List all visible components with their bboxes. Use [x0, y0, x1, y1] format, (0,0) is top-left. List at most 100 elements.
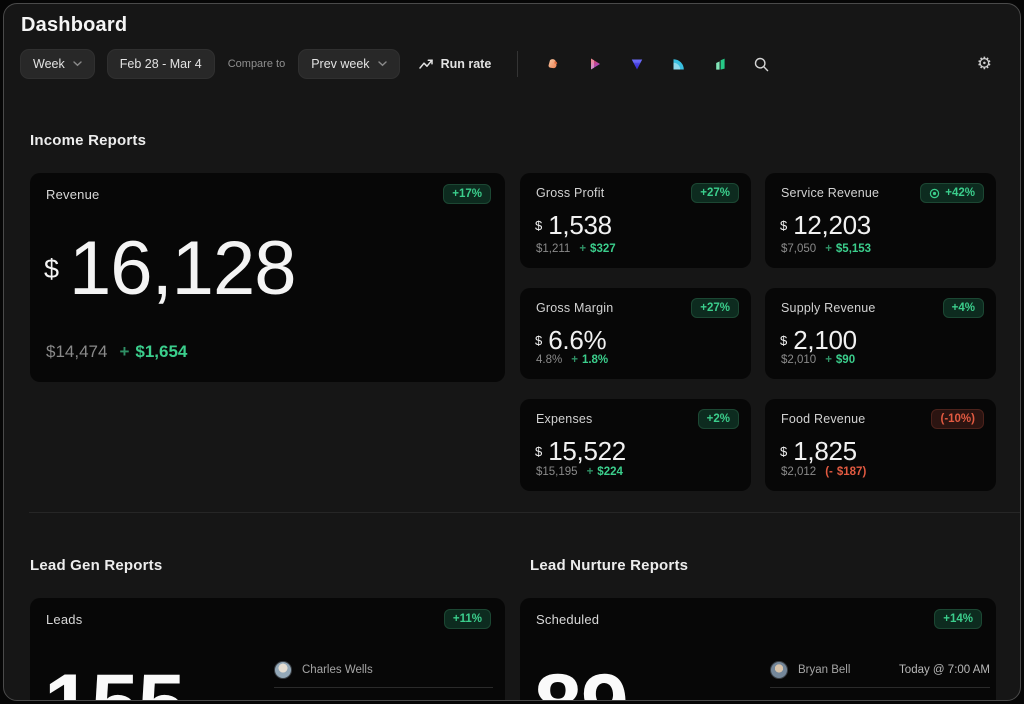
search-button[interactable] — [752, 55, 770, 73]
value-number: 6.6% — [548, 327, 606, 353]
delta-sign: (- — [825, 466, 833, 478]
appointment-time: Today @ 7:00 AM — [899, 664, 990, 676]
comparison-row: $7,050 + $5,153 — [781, 243, 871, 255]
previous-value: $2,010 — [781, 354, 816, 366]
prism-chart-icon[interactable] — [586, 55, 604, 73]
delta-sign: + — [825, 354, 832, 366]
card-title: Supply Revenue — [781, 301, 876, 315]
currency-symbol: $ — [780, 444, 787, 459]
date-range-label: Feb 28 - Mar 4 — [120, 57, 202, 71]
chevron-down-icon — [73, 61, 82, 67]
previous-value: 4.8% — [536, 354, 562, 366]
card-title: Revenue — [46, 187, 99, 202]
pie-chart-icon[interactable] — [670, 55, 688, 73]
revenue-card[interactable]: Revenue +17% $ 16,128 $14,474 + $1,654 — [30, 173, 505, 382]
supply-revenue-card[interactable]: Supply Revenue +4% $ 2,100 $2,010 + $90 — [765, 288, 996, 379]
period-dropdown-label: Week — [33, 57, 65, 71]
delta-value: $90 — [836, 354, 855, 366]
currency-symbol: $ — [780, 333, 787, 348]
badge-label: +17% — [452, 188, 482, 200]
card-value: $ 1,538 — [535, 212, 612, 238]
comparison-row: 4.8% + 1.8% — [536, 354, 608, 366]
run-rate-button[interactable]: Run rate — [418, 56, 492, 72]
card-title: Leads — [46, 612, 82, 627]
person-name: Charles Wells — [302, 664, 373, 676]
currency-symbol: $ — [535, 218, 542, 233]
badge-label: +27% — [700, 187, 730, 199]
funnel-chart-icon[interactable] — [628, 55, 646, 73]
card-title: Expenses — [536, 412, 593, 426]
service-revenue-card[interactable]: Service Revenue +42% $ 12,203 $7,050 + $… — [765, 173, 996, 268]
toolbar: Week Feb 28 - Mar 4 Compare to Prev week… — [20, 48, 1006, 80]
section-divider — [29, 512, 1020, 513]
person-name: Bryan Bell — [798, 664, 850, 676]
search-icon — [753, 56, 770, 73]
bar-chart-icon[interactable] — [712, 55, 730, 73]
delta-value: $1,654 — [135, 342, 187, 362]
change-badge: +4% — [943, 298, 984, 318]
currency-symbol: $ — [535, 444, 542, 459]
compare-period-dropdown[interactable]: Prev week — [298, 49, 399, 79]
person-row[interactable]: Charles Wells — [274, 652, 493, 688]
value-number: 1,825 — [793, 438, 857, 464]
currency-symbol: $ — [535, 333, 542, 348]
badge-label: +11% — [453, 613, 482, 625]
change-badge: +11% — [444, 609, 491, 629]
compare-to-label: Compare to — [228, 58, 285, 70]
value-number: 16,128 — [69, 231, 295, 307]
previous-value: $7,050 — [781, 243, 816, 255]
value-number: 12,203 — [793, 212, 871, 238]
comparison-row: $1,211 + $327 — [536, 243, 616, 255]
gross-profit-card[interactable]: Gross Profit +27% $ 1,538 $1,211 + $327 — [520, 173, 751, 268]
period-dropdown[interactable]: Week — [20, 49, 95, 79]
toolbar-divider — [517, 51, 518, 77]
settings-button[interactable]: ⚙ — [977, 56, 992, 73]
scheduled-card[interactable]: Scheduled +14% 89 Bryan Bell Today @ 7:0… — [520, 598, 996, 701]
card-title: Service Revenue — [781, 186, 879, 200]
gross-margin-card[interactable]: Gross Margin +27% $ 6.6% 4.8% + 1.8% — [520, 288, 751, 379]
card-value: $ 6.6% — [535, 327, 606, 353]
chevron-down-icon — [378, 61, 387, 67]
delta-value: $224 — [597, 466, 623, 478]
comparison-row: $2,010 + $90 — [781, 354, 855, 366]
avatar — [770, 661, 788, 679]
card-value: $ 2,100 — [780, 327, 857, 353]
value-number: 2,100 — [793, 327, 857, 353]
delta-sign: + — [587, 466, 594, 478]
change-badge: +27% — [691, 183, 739, 203]
date-range-button[interactable]: Feb 28 - Mar 4 — [107, 49, 215, 79]
change-badge: +2% — [698, 409, 739, 429]
ribbon-chart-icon[interactable] — [544, 55, 562, 73]
card-value: $ 12,203 — [780, 212, 871, 238]
delta-value: $327 — [590, 243, 616, 255]
expenses-card[interactable]: Expenses +2% $ 15,522 $15,195 + $224 — [520, 399, 751, 491]
badge-label: (-10%) — [940, 413, 975, 425]
income-reports-heading: Income Reports — [30, 132, 146, 149]
card-value: $ 15,522 — [535, 438, 626, 464]
leads-card[interactable]: Leads +11% 155 Charles Wells — [30, 598, 505, 701]
change-badge: +27% — [691, 298, 739, 318]
person-row[interactable]: Bryan Bell Today @ 7:00 AM — [770, 652, 990, 688]
food-revenue-card[interactable]: Food Revenue (-10%) $ 1,825 $2,012 (- $1… — [765, 399, 996, 491]
run-rate-label: Run rate — [441, 57, 492, 71]
gear-icon: ⚙ — [977, 54, 992, 74]
currency-symbol: $ — [780, 218, 787, 233]
badge-label: +14% — [943, 613, 973, 625]
card-title: Gross Profit — [536, 186, 604, 200]
page-title: Dashboard — [21, 14, 127, 37]
currency-symbol: $ — [44, 254, 59, 285]
delta-value: $187) — [837, 466, 866, 478]
trend-up-icon — [418, 56, 434, 72]
previous-value: $14,474 — [46, 342, 107, 362]
delta-sign: + — [571, 354, 578, 366]
card-title: Gross Margin — [536, 301, 613, 315]
change-badge: +42% — [920, 183, 984, 203]
card-title: Scheduled — [536, 612, 599, 627]
change-badge: +14% — [934, 609, 982, 629]
comparison-row: $2,012 (- $187) — [781, 466, 866, 478]
compare-period-label: Prev week — [311, 57, 369, 71]
award-icon — [929, 188, 940, 199]
previous-value: $15,195 — [536, 466, 578, 478]
badge-label: +42% — [945, 187, 975, 199]
leads-count: 155 — [44, 662, 185, 701]
